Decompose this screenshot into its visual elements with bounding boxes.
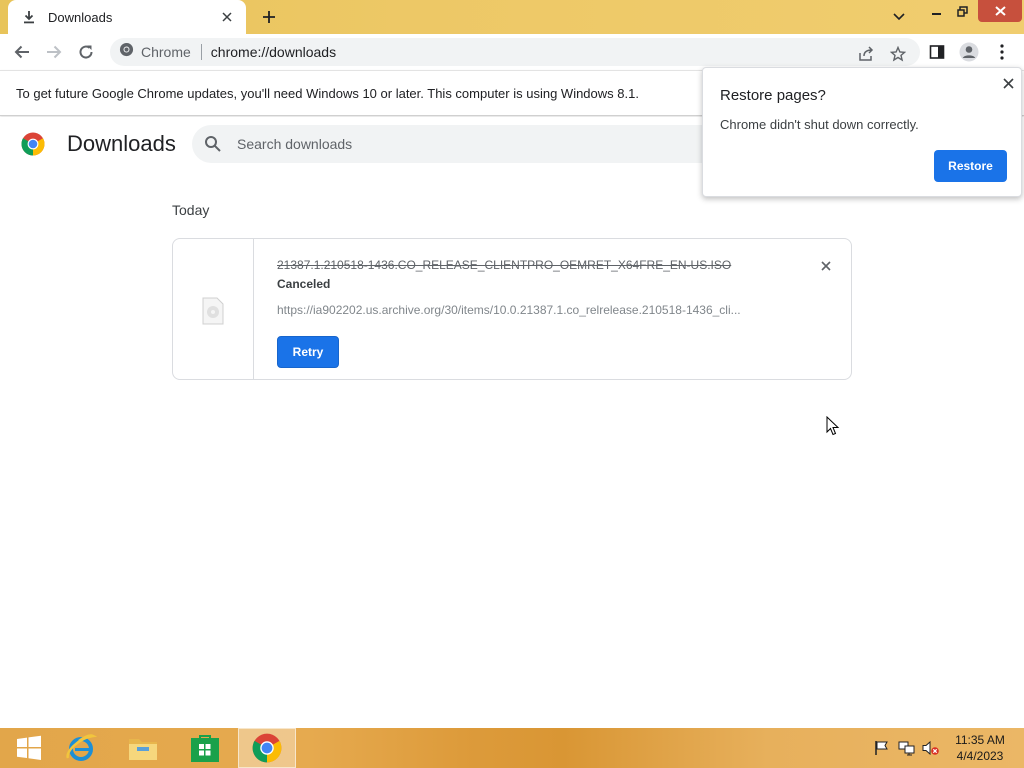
tab-title: Downloads — [48, 9, 113, 25]
close-window-button[interactable] — [978, 0, 1022, 22]
restore-pages-dialog: Restore pages? Chrome didn't shut down c… — [702, 67, 1022, 197]
minimize-button[interactable] — [926, 0, 948, 22]
download-status: Canceled — [277, 277, 331, 291]
infobar-message: To get future Google Chrome updates, you… — [16, 86, 639, 101]
file-explorer-icon[interactable] — [114, 728, 172, 768]
action-center-flag-icon[interactable] — [874, 740, 890, 756]
dialog-close-icon[interactable] — [999, 74, 1017, 92]
search-placeholder: Search downloads — [237, 136, 353, 152]
reload-button[interactable] — [74, 40, 98, 64]
search-icon — [204, 135, 222, 153]
clock-date: 4/4/2023 — [956, 749, 1004, 763]
share-icon[interactable] — [856, 44, 876, 64]
dialog-title: Restore pages? — [720, 87, 826, 104]
file-name-link[interactable]: 21387.1.210518-1436.CO_RELEASE_CLIENTPRO… — [277, 258, 731, 272]
taskbar-clock[interactable]: 11:35 AM 4/4/2023 — [950, 732, 1010, 764]
windows-taskbar: 11:35 AM 4/4/2023 — [0, 728, 1024, 768]
tab-downloads[interactable]: Downloads — [8, 0, 246, 34]
store-icon[interactable] — [176, 728, 234, 768]
bookmark-star-icon[interactable] — [888, 44, 908, 64]
download-icon — [22, 9, 36, 25]
address-bar[interactable]: Chrome chrome://downloads — [110, 38, 920, 66]
profile-avatar-icon[interactable] — [957, 40, 981, 64]
download-item: 21387.1.210518-1436.CO_RELEASE_CLIENTPRO… — [172, 238, 852, 380]
new-tab-button[interactable] — [259, 7, 279, 27]
url-text[interactable]: chrome://downloads — [211, 44, 336, 60]
back-button[interactable] — [10, 40, 34, 64]
network-icon[interactable] — [898, 740, 915, 756]
volume-muted-icon[interactable] — [922, 740, 939, 756]
omnibox-divider — [200, 44, 202, 60]
file-icon-column — [173, 239, 254, 379]
tab-search-chevron-down-icon[interactable] — [889, 6, 909, 28]
restore-window-button[interactable] — [951, 0, 973, 22]
search-downloads-input[interactable]: Search downloads — [192, 125, 752, 163]
mouse-cursor-icon — [826, 415, 840, 436]
retry-button[interactable]: Retry — [277, 336, 339, 368]
chrome-logo-icon — [21, 132, 45, 156]
start-button[interactable] — [0, 728, 58, 768]
date-group-label: Today — [172, 202, 210, 218]
chrome-site-icon — [119, 42, 134, 62]
remove-item-close-icon[interactable] — [817, 257, 835, 275]
title-bar: Downloads — [0, 0, 1024, 34]
download-source-url[interactable]: https://ia902202.us.archive.org/30/items… — [277, 303, 777, 317]
page-title: Downloads — [67, 131, 176, 156]
more-menu-icon[interactable] — [990, 40, 1014, 64]
browser-toolbar: Chrome chrome://downloads — [0, 34, 1024, 70]
clock-time: 11:35 AM — [955, 733, 1005, 747]
chrome-taskbar-icon[interactable] — [238, 728, 296, 768]
side-panel-icon[interactable] — [925, 40, 949, 64]
forward-button[interactable] — [42, 40, 66, 64]
dialog-message: Chrome didn't shut down correctly. — [720, 117, 919, 132]
internet-explorer-icon[interactable] — [52, 728, 110, 768]
restore-button[interactable]: Restore — [934, 150, 1007, 182]
file-icon — [201, 297, 225, 325]
site-label: Chrome — [141, 44, 191, 60]
tab-close-icon[interactable] — [218, 8, 236, 26]
